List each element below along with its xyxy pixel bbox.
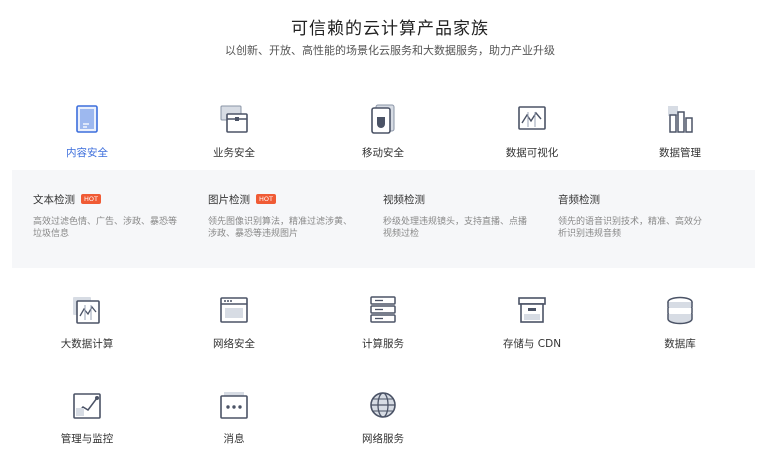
product-description: 高效过滤色情、广告、涉政、暴恐等垃圾信息	[33, 217, 178, 239]
category-label: 数据可视化	[505, 147, 559, 159]
category-label: 消息	[223, 433, 245, 445]
category-network-security[interactable]: 网络安全	[179, 294, 289, 351]
category-mobile-security[interactable]: 移动安全	[328, 103, 438, 160]
category-management-monitoring[interactable]: 管理与监控	[32, 389, 142, 446]
category-label: 计算服务	[362, 338, 404, 350]
page-title: 可信赖的云计算产品家族	[291, 19, 489, 39]
product-description: 领先的语音识别技术，精准、高效分析识别违规音频	[558, 217, 703, 239]
category-big-data-computing[interactable]: 大数据计算	[32, 294, 142, 351]
data-management-icon	[668, 106, 693, 133]
category-label: 大数据计算	[60, 338, 114, 350]
network-security-icon	[220, 297, 248, 323]
category-label: 移动安全	[362, 147, 404, 159]
category-storage-cdn[interactable]: 存储与 CDN	[477, 294, 587, 351]
product-description: 秒级处理违规镜头，支持直播、点播视频过检	[383, 217, 528, 239]
category-label: 网络服务	[362, 433, 404, 445]
category-label: 内容安全	[66, 147, 108, 159]
hot-badge: HOT	[256, 194, 276, 204]
product-name: 文本检测	[33, 194, 75, 206]
detail-panel: 文本检测 HOT 高效过滤色情、广告、涉政、暴恐等垃圾信息 图片检测 HOT 领先图…	[12, 170, 755, 268]
category-label: 网络安全	[213, 338, 255, 350]
category-database[interactable]: 数据库	[625, 294, 735, 351]
big-data-computing-icon	[73, 297, 100, 324]
product-name: 音频检测	[558, 194, 600, 206]
product-image-detection[interactable]: 图片检测 HOT 领先图像识别算法，精准过滤涉黄、涉政、暴恐等违规图片	[208, 192, 358, 240]
category-computing-service[interactable]: 计算服务	[328, 294, 438, 351]
product-name: 图片检测	[208, 194, 250, 206]
hot-badge: HOT	[81, 194, 101, 204]
data-visualization-icon	[518, 106, 546, 130]
category-label: 数据库	[664, 338, 696, 350]
product-text-detection[interactable]: 文本检测 HOT 高效过滤色情、广告、涉政、暴恐等垃圾信息	[33, 192, 183, 240]
database-icon	[667, 296, 693, 325]
management-monitoring-icon	[73, 393, 101, 419]
message-icon	[220, 392, 248, 419]
product-description: 领先图像识别算法，精准过滤涉黄、涉政、暴恐等违规图片	[208, 217, 353, 239]
page-subtitle: 以创新、开放、高性能的场景化云服务和大数据服务，助力产业升级	[225, 44, 555, 57]
product-video-detection[interactable]: 视频检测 秒级处理违规镜头，支持直播、点播视频过检	[383, 192, 533, 240]
product-audio-detection[interactable]: 音频检测 领先的语音识别技术，精准、高效分析识别违规音频	[558, 192, 708, 240]
category-data-management[interactable]: 数据管理	[625, 103, 735, 160]
category-label: 数据管理	[659, 147, 701, 159]
category-label: 业务安全	[213, 147, 255, 159]
category-business-security[interactable]: 业务安全	[179, 103, 289, 160]
category-message[interactable]: 消息	[179, 389, 289, 446]
content-security-icon	[76, 105, 98, 133]
computing-service-icon	[370, 296, 396, 323]
network-service-icon	[370, 392, 396, 418]
category-content-security[interactable]: 内容安全	[32, 103, 142, 160]
category-label: 管理与监控	[60, 433, 114, 445]
product-name: 视频检测	[383, 194, 425, 206]
mobile-security-icon	[371, 104, 395, 134]
category-network-service[interactable]: 网络服务	[328, 389, 438, 446]
storage-cdn-icon	[518, 297, 546, 323]
business-security-icon	[220, 105, 248, 133]
category-data-visualization[interactable]: 数据可视化	[477, 103, 587, 160]
category-label: 存储与 CDN	[502, 338, 562, 350]
